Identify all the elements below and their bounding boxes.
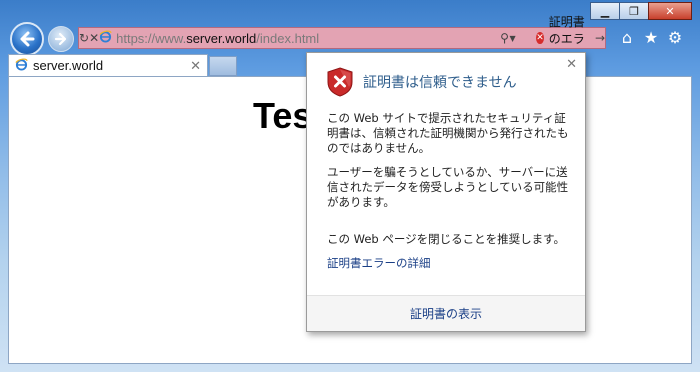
address-bar[interactable]: ↻ ✕ https://www.server.world/index.html …	[78, 15, 606, 63]
window-controls: ▁ ❐ ✕	[590, 2, 692, 20]
popup-header: 証明書は信頼できません	[327, 67, 517, 97]
url-path: /index.html	[256, 30, 320, 46]
tab-server-world[interactable]: server.world ✕	[8, 54, 208, 76]
search-icon[interactable]: ⚲	[500, 31, 509, 45]
home-icon[interactable]: ⌂	[618, 28, 636, 47]
tab-close-icon[interactable]: ✕	[190, 58, 201, 74]
error-icon: ✕	[536, 32, 544, 44]
back-button[interactable]	[10, 22, 44, 56]
forward-button[interactable]	[48, 26, 74, 52]
go-arrow-icon[interactable]: →	[595, 31, 605, 45]
stop-icon[interactable]: ✕	[89, 31, 99, 45]
ie-page-icon	[99, 30, 112, 46]
dropdown-chevron-icon[interactable]: ▼	[509, 34, 516, 43]
popup-body: この Web サイトで提示されたセキュリティ証明書は、信頼された証明機関から発行…	[327, 111, 572, 271]
forward-arrow-icon	[54, 32, 67, 46]
popup-close-icon[interactable]: ✕	[566, 57, 577, 72]
popup-paragraph: この Web ページを閉じることを推奨します。	[327, 232, 566, 246]
shield-error-icon	[327, 67, 353, 97]
browser-window: ▁ ❐ ✕ ↻ ✕ https://www.server.world/index…	[0, 0, 700, 372]
tab-label: server.world	[33, 58, 104, 73]
maximize-button[interactable]: ❐	[619, 2, 649, 20]
popup-paragraph: ユーザーを騙そうとしているか、サーバーに送信されたデータを傍受しようとしている可…	[327, 165, 569, 209]
refresh-icon[interactable]: ↻	[79, 31, 89, 45]
tab-ie-icon	[15, 58, 28, 74]
page-heading: Tes	[253, 95, 313, 136]
popup-paragraph: この Web サイトで提示されたセキュリティ証明書は、信頼された証明機関から発行…	[327, 111, 569, 155]
view-certificate-button[interactable]: 証明書の表示	[307, 295, 585, 331]
settings-gear-icon[interactable]: ⚙	[666, 28, 684, 47]
toolbar-right: ⌂ ★ ⚙	[618, 28, 684, 47]
minimize-button[interactable]: ▁	[590, 2, 620, 20]
url-input[interactable]: https://www.server.world/index.html	[112, 31, 416, 46]
url-host: server.world	[186, 30, 257, 46]
certificate-warning-popup: ✕ 証明書は信頼できません この Web サイトで提示されたセキュリティ証明書は…	[306, 52, 586, 332]
new-tab-button[interactable]	[209, 56, 237, 76]
view-certificate-label: 証明書の表示	[409, 307, 482, 321]
tab-bar: server.world ✕	[8, 54, 237, 76]
url-prefix: https://www.	[116, 30, 187, 46]
favorites-star-icon[interactable]: ★	[642, 28, 660, 47]
popup-title: 証明書は信頼できません	[363, 75, 517, 91]
back-arrow-icon	[20, 31, 35, 47]
certificate-error-details-link[interactable]: 証明書エラーの詳細	[327, 256, 572, 271]
close-button[interactable]: ✕	[648, 2, 692, 20]
